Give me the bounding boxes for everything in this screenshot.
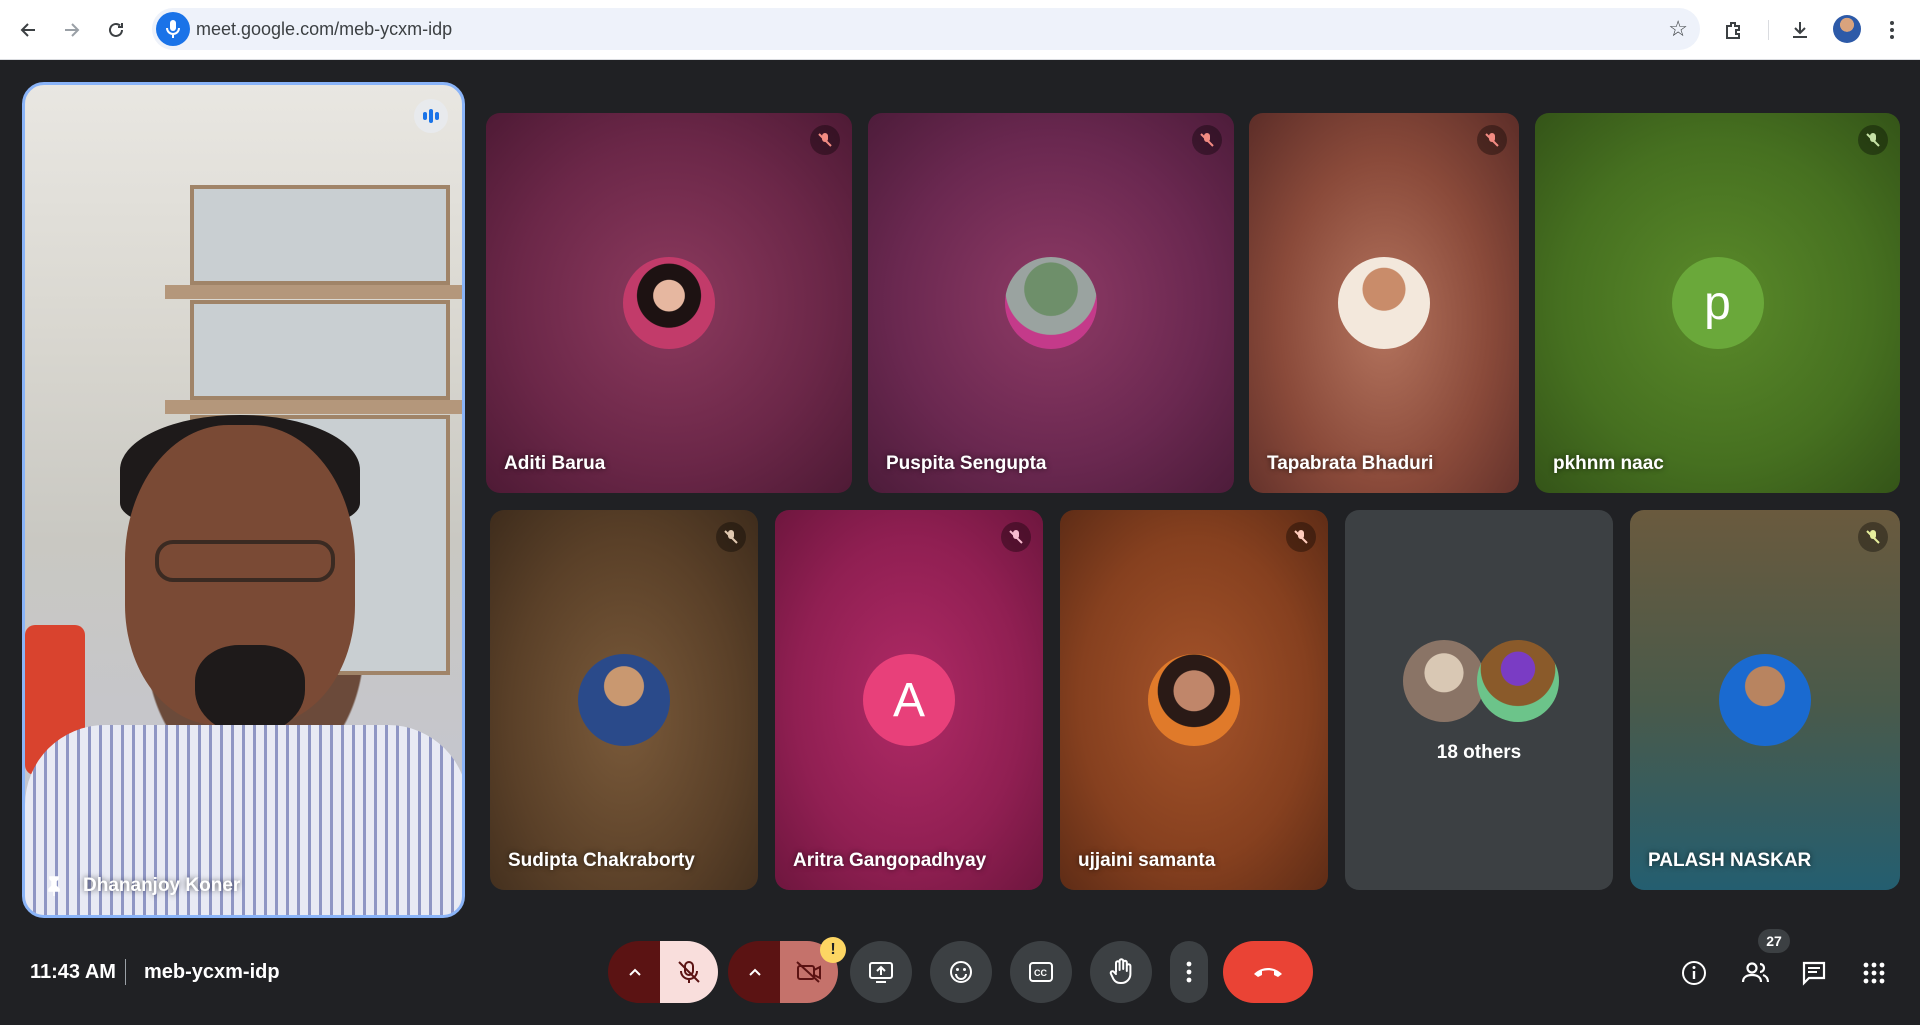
- background-shelf: [165, 285, 462, 299]
- more-vert-icon[interactable]: [1876, 14, 1908, 46]
- background-cabinet: [190, 300, 450, 400]
- mic-icon[interactable]: [156, 12, 190, 46]
- participant-name: Sudipta Chakraborty: [508, 850, 695, 871]
- present-screen-button[interactable]: [850, 941, 912, 1003]
- svg-text:CC: CC: [1034, 968, 1047, 978]
- hand-icon: [1109, 958, 1132, 985]
- participant-count-badge: 27: [1758, 929, 1790, 953]
- others-count-label: 18 others: [1436, 742, 1522, 763]
- participant-beard: [195, 645, 305, 735]
- participant-tile[interactable]: Sudipta Chakraborty: [490, 510, 758, 890]
- apps-grid-icon: [1863, 962, 1885, 984]
- forward-icon[interactable]: [56, 14, 88, 46]
- hangup-icon: [1254, 968, 1282, 977]
- mic-toggle-button[interactable]: [660, 941, 718, 1003]
- leave-call-button[interactable]: [1223, 941, 1313, 1003]
- participant-name: Aritra Gangopadhyay: [793, 850, 987, 871]
- extensions-icon[interactable]: [1718, 14, 1750, 46]
- present-icon: [869, 962, 893, 983]
- participant-tile[interactable]: Aditi Barua: [486, 113, 852, 493]
- star-icon[interactable]: ☆: [1668, 16, 1688, 42]
- speaking-indicator-icon: [414, 99, 448, 133]
- pin-icon: [48, 876, 60, 896]
- chevron-up-icon: [629, 968, 641, 976]
- participant-name: Puspita Sengupta: [886, 453, 1047, 474]
- participant-name: ujjaini samanta: [1078, 850, 1216, 871]
- mic-off-icon: [1001, 522, 1031, 552]
- participant-avatar: [578, 654, 670, 746]
- mic-off-icon: [678, 961, 700, 983]
- url-text[interactable]: meet.google.com/meb-ycxm-idp: [196, 19, 452, 40]
- pinned-participant-tile[interactable]: Dhananjoy Koner: [22, 82, 465, 918]
- participant-tile[interactable]: A Aritra Gangopadhyay: [775, 510, 1043, 890]
- mic-off-icon: [1858, 125, 1888, 155]
- mic-off-icon: [1286, 522, 1316, 552]
- raise-hand-button[interactable]: [1090, 941, 1152, 1003]
- more-vert-icon: [1186, 961, 1192, 983]
- activities-button[interactable]: [1858, 957, 1890, 989]
- toolbar-divider: [1768, 20, 1769, 40]
- camera-off-icon: [796, 961, 821, 983]
- call-controls-bar: 11:43 AM meb-ycxm-idp ! CC 27: [0, 929, 1920, 1025]
- address-bar[interactable]: meet.google.com/meb-ycxm-idp ☆: [152, 8, 1700, 50]
- captions-button[interactable]: CC: [1010, 941, 1072, 1003]
- participant-tile[interactable]: Puspita Sengupta: [868, 113, 1234, 493]
- back-icon[interactable]: [12, 14, 44, 46]
- people-button[interactable]: [1740, 957, 1772, 989]
- participant-avatar: [1719, 654, 1811, 746]
- meeting-details-button[interactable]: [1678, 957, 1710, 989]
- participant-letter-avatar: A: [863, 654, 955, 746]
- participant-name: Aditi Barua: [504, 453, 606, 474]
- participant-avatar: [1005, 257, 1097, 349]
- warning-badge: !: [820, 937, 846, 963]
- participant-tile[interactable]: ujjaini samanta: [1060, 510, 1328, 890]
- participant-name: pkhnm naac: [1553, 453, 1664, 474]
- emoji-icon: [950, 961, 972, 983]
- reload-icon[interactable]: [100, 14, 132, 46]
- background-shelf: [165, 400, 462, 414]
- others-tile[interactable]: 18 others: [1345, 510, 1613, 890]
- audio-options-button[interactable]: [608, 941, 662, 1003]
- info-icon: [1682, 961, 1706, 985]
- download-icon[interactable]: [1784, 14, 1816, 46]
- clock: 11:43 AM: [30, 961, 116, 983]
- captions-icon: CC: [1029, 962, 1053, 982]
- others-avatar: [1477, 640, 1559, 722]
- participant-tile[interactable]: p pkhnm naac: [1535, 113, 1900, 493]
- participant-name: Dhananjoy Koner: [83, 875, 241, 896]
- mic-off-icon: [1477, 125, 1507, 155]
- participant-name: PALASH NASKAR: [1648, 850, 1812, 871]
- others-avatar: [1403, 640, 1485, 722]
- participant-tile[interactable]: Tapabrata Bhaduri: [1249, 113, 1519, 493]
- participant-avatar: [1148, 654, 1240, 746]
- participant-avatar: [623, 257, 715, 349]
- background-cabinet: [190, 185, 450, 285]
- chat-button[interactable]: [1798, 957, 1830, 989]
- browser-toolbar: meet.google.com/meb-ycxm-idp ☆: [0, 0, 1920, 60]
- participant-name: Tapabrata Bhaduri: [1267, 453, 1434, 474]
- reactions-button[interactable]: [930, 941, 992, 1003]
- chat-icon: [1802, 961, 1826, 986]
- more-options-button[interactable]: [1170, 941, 1208, 1003]
- meeting-stage: Dhananjoy Koner Aditi Barua Puspita Seng…: [0, 61, 1920, 941]
- video-options-button[interactable]: [728, 941, 782, 1003]
- participant-tile[interactable]: PALASH NASKAR: [1630, 510, 1900, 890]
- participant-letter-avatar: p: [1671, 257, 1764, 349]
- people-icon: [1741, 962, 1770, 983]
- chevron-up-icon: [749, 968, 761, 976]
- mic-off-icon: [1192, 125, 1222, 155]
- profile-avatar[interactable]: [1833, 15, 1861, 43]
- mic-off-icon: [716, 522, 746, 552]
- divider: [125, 959, 126, 985]
- meeting-code: meb-ycxm-idp: [144, 961, 280, 983]
- mic-off-icon: [1858, 522, 1888, 552]
- mic-off-icon: [810, 125, 840, 155]
- participant-avatar: [1338, 257, 1430, 349]
- participant-glasses: [155, 540, 335, 582]
